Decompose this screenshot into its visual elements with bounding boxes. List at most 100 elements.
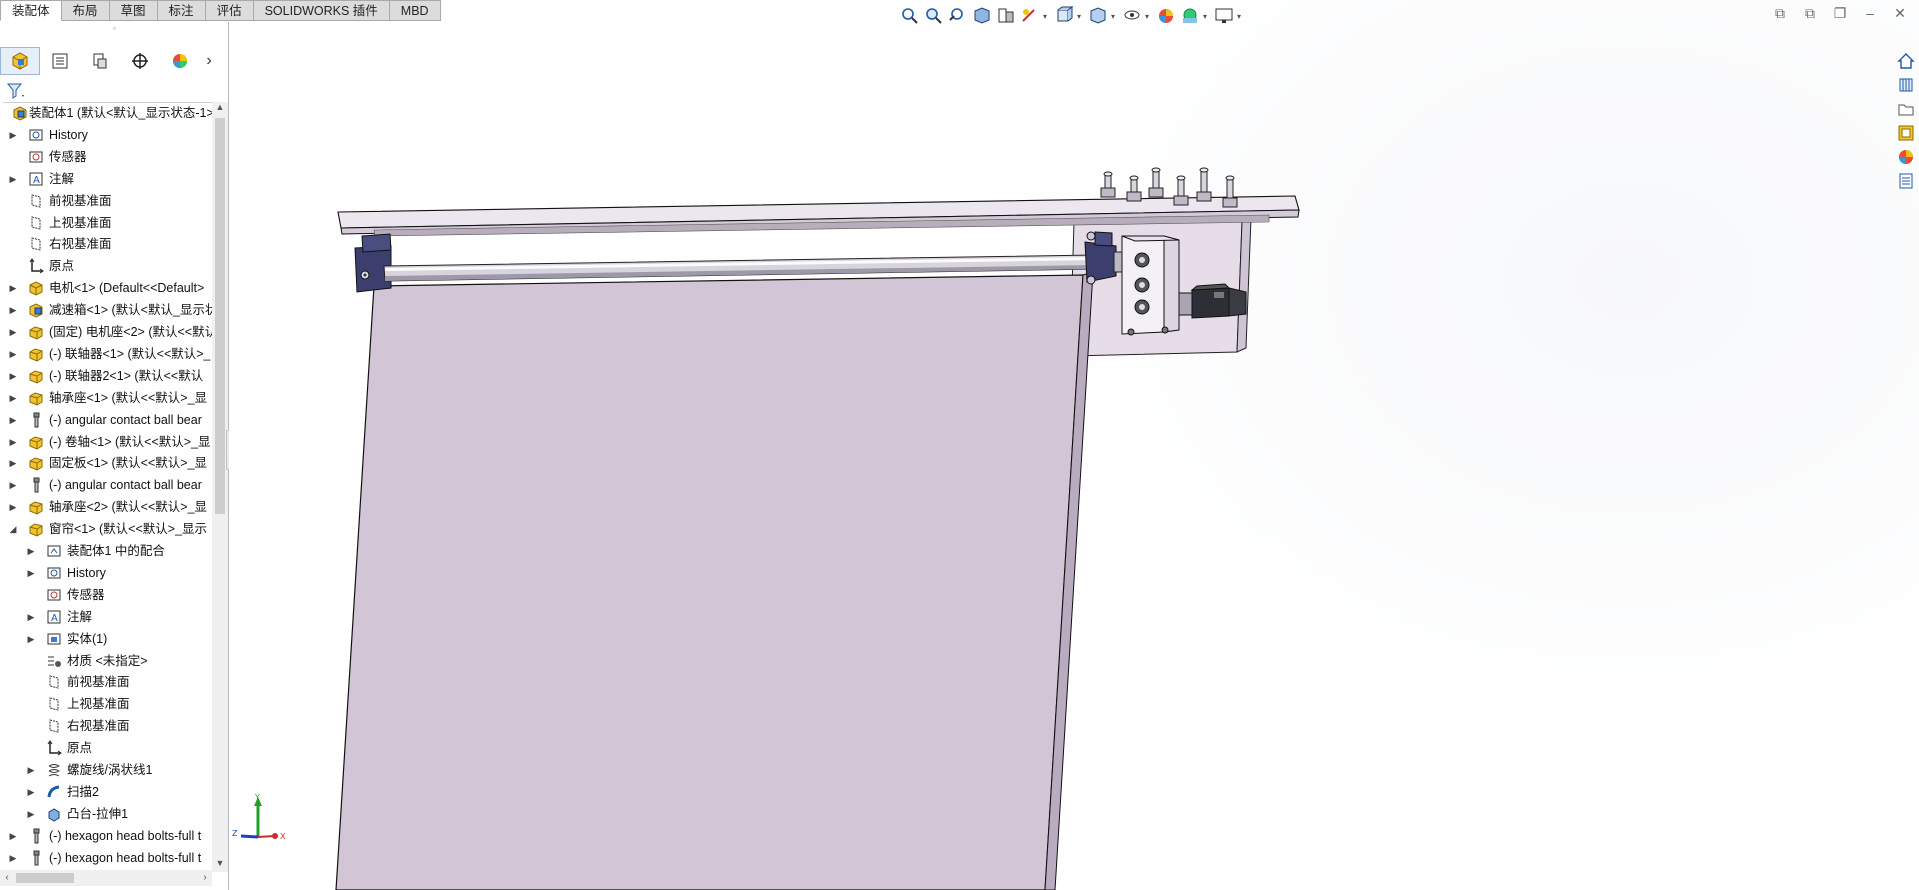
expand-arrow-right-icon[interactable]: ▶	[8, 452, 18, 474]
tree-item[interactable]: ▶ 轴承座<2> (默认<<默认>_显	[0, 496, 212, 518]
expand-arrow-right-icon[interactable]: ▶	[8, 124, 18, 146]
tree-item[interactable]: ▶ 实体(1)	[0, 628, 212, 650]
gearbox-model[interactable]	[1121, 235, 1180, 336]
tree-item[interactable]: 前视基准面	[0, 671, 212, 693]
tree-vertical-scrollbar[interactable]: ▲ ▼	[212, 102, 228, 872]
tree-item[interactable]: ▶ 轴承座<1> (默认<<默认>_显	[0, 387, 212, 409]
tree-item[interactable]: ▶ (-) 卷轴<1> (默认<<默认>_显	[0, 431, 212, 453]
tree-item[interactable]: ▶ 固定板<1> (默认<<默认>_显	[0, 452, 212, 474]
tree-item[interactable]: ▶ (-) 联轴器<1> (默认<<默认>_	[0, 343, 212, 365]
annotation-icon: A	[46, 609, 62, 625]
tree-item-label: 原点	[49, 259, 75, 274]
dimxpert-icon	[132, 53, 148, 69]
expand-arrow-right-icon[interactable]: ▶	[8, 431, 18, 453]
expand-arrow-right-icon[interactable]: ▶	[26, 781, 36, 803]
tree-item[interactable]: ▶ (-) hexagon head bolts-full t	[0, 847, 212, 869]
expand-arrow-right-icon[interactable]: ▶	[8, 365, 18, 387]
graphics-viewport[interactable]: ▾ ▾ ▾ ▾ ▾ ▾ ⧉ ⧉ ❐ – ✕ Y Z X	[229, 0, 1919, 890]
material-icon	[46, 653, 62, 669]
tree-item[interactable]: ▶ A 注解	[0, 168, 212, 190]
left-bearing-block-model[interactable]	[354, 233, 392, 293]
tree-item[interactable]: ▶ (-) angular contact ball bear	[0, 409, 212, 431]
tree-item-label: 轴承座<2> (默认<<默认>_显	[49, 500, 208, 515]
feature-manager-tab[interactable]	[0, 47, 40, 75]
scroll-up-arrow-icon[interactable]: ▲	[212, 102, 228, 116]
tree-item[interactable]: ▶ 电机<1> (Default<<Default>	[0, 277, 212, 299]
expand-arrow-right-icon[interactable]: ▶	[8, 847, 18, 869]
tree-item[interactable]: ▶ 扫描2	[0, 781, 212, 803]
expand-arrow-right-icon[interactable]: ▶	[8, 387, 18, 409]
expand-arrow-right-icon[interactable]: ▶	[8, 409, 18, 431]
right-bearing-block-model[interactable]	[1084, 231, 1117, 285]
tree-item[interactable]: 原点	[0, 255, 212, 277]
subassembly-icon	[28, 280, 44, 296]
tree-item-label: (-) angular contact ball bear	[49, 412, 202, 427]
expand-arrow-right-icon[interactable]: ▶	[26, 540, 36, 562]
sweep-icon	[46, 784, 62, 800]
tree-item[interactable]: 前视基准面	[0, 190, 212, 212]
scroll-left-arrow-icon[interactable]: ‹	[0, 870, 14, 886]
tree-item[interactable]: 装配体1 (默认<默认_显示状态-1>	[0, 102, 212, 124]
more-tabs-chevron-icon[interactable]: ›	[200, 52, 218, 70]
tree-item[interactable]: 右视基准面	[0, 715, 212, 737]
command-tab[interactable]: MBD	[389, 0, 441, 21]
tree-item-label: 固定板<1> (默认<<默认>_显	[49, 456, 208, 471]
scroll-right-arrow-icon[interactable]: ›	[198, 870, 212, 886]
panel-grip[interactable]: ◦	[0, 22, 229, 34]
tree-item[interactable]: ▶ 凸台-拉伸1	[0, 803, 212, 825]
part-icon	[28, 499, 44, 515]
expand-arrow-right-icon[interactable]: ▶	[8, 277, 18, 299]
expand-arrow-right-icon[interactable]: ▶	[8, 343, 18, 365]
command-tab[interactable]: 评估	[205, 0, 254, 21]
tree-item-label: 注解	[67, 609, 93, 624]
command-tab[interactable]: 草图	[109, 0, 158, 21]
filter-icon[interactable]	[6, 81, 26, 101]
tree-item[interactable]: ▶ 装配体1 中的配合	[0, 540, 212, 562]
command-tab[interactable]: 装配体	[0, 0, 62, 21]
tree-item[interactable]: 上视基准面	[0, 212, 212, 234]
scroll-down-arrow-icon[interactable]: ▼	[212, 858, 228, 872]
display-manager-tab[interactable]	[160, 47, 200, 75]
tree-item[interactable]: 上视基准面	[0, 693, 212, 715]
expand-arrow-right-icon[interactable]: ▶	[26, 803, 36, 825]
tree-item[interactable]: ▶ (固定) 电机座<2> (默认<<默认	[0, 321, 212, 343]
expand-arrow-right-icon[interactable]: ▶	[8, 168, 18, 190]
annotation-icon: A	[28, 171, 44, 187]
scrollbar-thumb[interactable]	[215, 118, 225, 514]
expand-arrow-right-icon[interactable]: ▶	[8, 321, 18, 343]
tree-item[interactable]: ▶ 减速箱<1> (默认<默认_显示状	[0, 299, 212, 321]
expand-arrow-right-icon[interactable]: ▶	[8, 825, 18, 847]
tree-item[interactable]: ▶ History	[0, 562, 212, 584]
tree-item[interactable]: ▶ A 注解	[0, 606, 212, 628]
tree-item[interactable]: ▶ (-) 联轴器2<1> (默认<<默认	[0, 365, 212, 387]
expand-arrow-right-icon[interactable]: ▶	[8, 474, 18, 496]
dimxpert-manager-tab[interactable]	[120, 47, 160, 75]
tree-item[interactable]: 传感器	[0, 146, 212, 168]
tree-horizontal-scrollbar[interactable]: ‹ ›	[0, 870, 212, 886]
expand-arrow-right-icon[interactable]: ▶	[26, 759, 36, 781]
tree-item[interactable]: ▶ History	[0, 124, 212, 146]
curtain-model[interactable]	[335, 271, 1094, 890]
property-manager-tab[interactable]	[40, 47, 80, 75]
tree-item[interactable]: 右视基准面	[0, 233, 212, 255]
tree-item[interactable]: 原点	[0, 737, 212, 759]
expand-arrow-right-icon[interactable]: ▶	[26, 562, 36, 584]
command-tab[interactable]: SOLIDWORKS 插件	[253, 0, 390, 21]
tree-item[interactable]: ▶ (-) hexagon head bolts-full t	[0, 825, 212, 847]
command-tab[interactable]: 标注	[157, 0, 206, 21]
horizontal-scrollbar-thumb[interactable]	[16, 873, 74, 883]
tree-item[interactable]: ▶ 螺旋线/涡状线1	[0, 759, 212, 781]
tree-item[interactable]: 传感器	[0, 584, 212, 606]
expand-arrow-right-icon[interactable]: ▶	[8, 496, 18, 518]
tree-item[interactable]: 材质 <未指定>	[0, 650, 212, 672]
feature-tree: 装配体1 (默认<默认_显示状态-1> ▶ History 传感器 ▶ A 注解 前视基准面上…	[0, 102, 212, 884]
expand-arrow-right-icon[interactable]: ▶	[8, 299, 18, 321]
command-tab[interactable]: 布局	[61, 0, 110, 21]
configuration-manager-tab[interactable]	[80, 47, 120, 75]
tree-item[interactable]: ▶ (-) angular contact ball bear	[0, 474, 212, 496]
expand-arrow-right-icon[interactable]: ▶	[26, 628, 36, 650]
tree-item[interactable]: ◢ 窗帘<1> (默认<<默认>_显示	[0, 518, 212, 540]
expand-arrow-right-icon[interactable]: ▶	[26, 606, 36, 628]
tree-item-label: (-) angular contact ball bear	[49, 478, 202, 493]
expand-arrow-down-icon[interactable]: ◢	[8, 518, 18, 540]
